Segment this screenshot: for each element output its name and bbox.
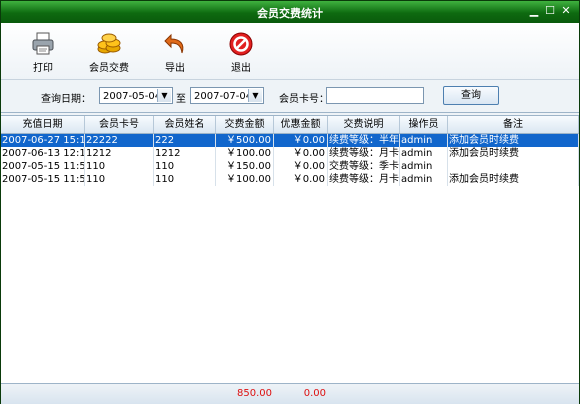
print-button[interactable]: 打印 [15,31,71,75]
chevron-down-icon[interactable]: ▼ [157,89,171,102]
cell-discount: ￥0.00 [274,173,328,186]
chevron-down-icon[interactable]: ▼ [248,89,262,102]
cell-operator: admin [400,134,448,147]
card-number-input[interactable] [326,87,424,104]
table-row[interactable]: 2007-06-27 15:16 22222 222 ￥500.00 ￥0.00… [1,134,579,147]
cell-discount: ￥0.00 [274,160,328,173]
cell-card: 1212 [85,147,154,160]
total-fee: 850.00 [237,388,272,399]
to-label: 至 [176,94,186,105]
cell-card: 22222 [85,134,154,147]
cell-name: 110 [154,160,216,173]
column-header[interactable]: 交费金额 [216,116,274,133]
cell-discount: ￥0.00 [274,147,328,160]
fee-table: 充值日期 会员卡号 会员姓名 交费金额 优惠金额 交费说明 操作员 备注 200… [1,115,579,384]
cell-name: 110 [154,173,216,186]
column-header[interactable]: 备注 [448,116,579,133]
cell-remark [448,160,579,173]
query-date-label: 查询日期： [41,94,91,105]
cell-note: 续费等级：半年卡 [329,134,400,147]
to-date-value: 2007-07-04 [194,91,253,102]
cell-operator: admin [400,173,448,186]
total-discount: 0.00 [303,388,326,399]
cell-fee: ￥100.00 [216,147,274,160]
cell-card: 110 [85,160,154,173]
table-header: 充值日期 会员卡号 会员姓名 交费金额 优惠金额 交费说明 操作员 备注 [1,116,579,134]
cell-name: 1212 [154,147,216,160]
cell-fee: ￥100.00 [216,173,274,186]
cell-name: 222 [154,134,216,147]
cell-fee: ￥150.00 [216,160,274,173]
close-button[interactable]: ✕ [559,5,573,18]
table-row[interactable]: 2007-05-15 11:56 110 110 ￥150.00 ￥0.00 交… [1,160,579,173]
cell-note: 续费等级：月卡 [329,173,400,186]
column-header[interactable]: 交费说明 [328,116,400,133]
table-row[interactable]: 2007-06-13 12:10 1212 1212 ￥100.00 ￥0.00… [1,147,579,160]
cell-remark: 添加会员时续费 [448,173,579,186]
column-header[interactable]: 优惠金额 [274,116,328,133]
query-button[interactable]: 查询 [443,86,499,105]
cell-date: 2007-05-15 11:56 [2,160,85,173]
exit-label: 退出 [231,63,251,74]
cell-operator: admin [400,160,448,173]
member-fee-label: 会员交费 [89,63,129,74]
to-date-picker[interactable]: 2007-07-04 ▼ [190,87,264,104]
cell-note: 续费等级：月卡 [329,147,400,160]
cell-date: 2007-05-15 11:55 [2,173,85,186]
export-label: 导出 [165,63,185,74]
from-date-picker[interactable]: 2007-05-04 ▼ [99,87,173,104]
window-title: 会员交费统计 [257,7,323,20]
maximize-button[interactable]: ☐ [543,5,557,18]
cell-note: 交费等级：季卡 [329,160,400,173]
cell-remark: 添加会员时续费 [448,134,579,147]
member-fee-button[interactable]: 会员交费 [81,31,137,75]
toolbar: 打印 会员交费 导出 退出 [1,23,579,80]
minimize-button[interactable]: ▁ [527,5,541,18]
exit-button[interactable]: 退出 [213,31,269,75]
column-header[interactable]: 会员姓名 [154,116,216,133]
export-arrow-icon [164,33,184,54]
printer-icon [32,32,54,55]
print-label: 打印 [33,63,53,74]
column-header[interactable]: 操作员 [400,116,448,133]
cell-date: 2007-06-27 15:16 [2,134,85,147]
coins-icon [97,33,121,54]
cell-card: 110 [85,173,154,186]
query-bar: 查询日期： 2007-05-04 ▼ 至 2007-07-04 ▼ 会员卡号： … [1,80,579,113]
main-window: 会员交费统计 ▁ ☐ ✕ 打印 会员交费 导出 退出 查询日期： 2007-05… [0,0,580,404]
exit-stop-icon [229,32,253,56]
cell-remark: 添加会员时续费 [448,147,579,160]
table-row[interactable]: 2007-05-15 11:55 110 110 ￥100.00 ￥0.00 续… [1,173,579,186]
from-date-value: 2007-05-04 [103,91,162,102]
cell-discount: ￥0.00 [274,134,328,147]
column-header[interactable]: 会员卡号 [85,116,154,133]
column-header[interactable]: 充值日期 [1,116,85,133]
export-button[interactable]: 导出 [147,31,203,75]
cell-operator: admin [400,147,448,160]
card-number-label: 会员卡号： [279,94,329,105]
title-bar: 会员交费统计 ▁ ☐ ✕ [1,1,579,23]
cell-fee: ￥500.00 [216,134,274,147]
totals-bar: 850.00 0.00 [1,383,579,404]
cell-date: 2007-06-13 12:10 [2,147,85,160]
